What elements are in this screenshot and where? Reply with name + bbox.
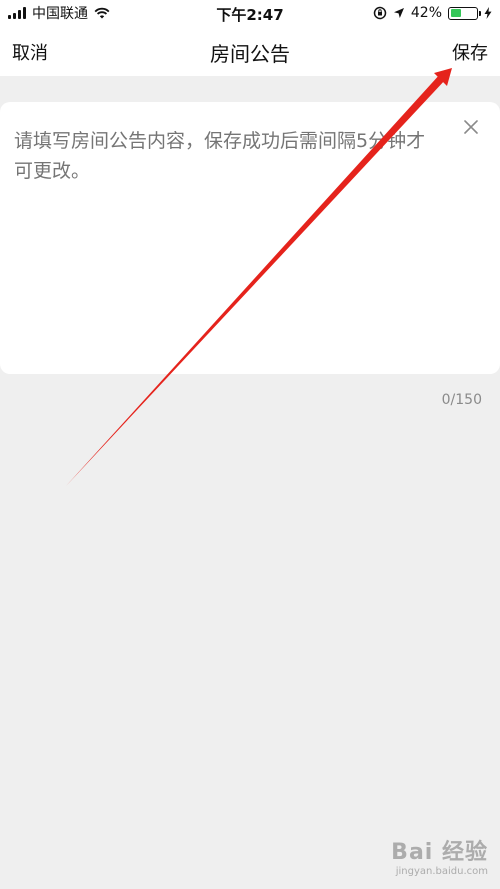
charging-bolt-icon bbox=[484, 7, 492, 19]
page-title: 房间公告 bbox=[210, 42, 290, 66]
battery-icon bbox=[448, 6, 481, 20]
location-arrow-icon bbox=[393, 8, 404, 18]
announcement-editor-card bbox=[0, 102, 500, 374]
status-bar: 中国联通 下午2:47 42% bbox=[0, 0, 500, 26]
save-button[interactable]: 保存 bbox=[452, 39, 488, 65]
orientation-lock-icon bbox=[373, 6, 387, 20]
battery-level-fill bbox=[450, 9, 461, 17]
battery-percent: 42% bbox=[410, 5, 442, 21]
watermark-url: jingyan.baidu.com bbox=[395, 866, 488, 877]
watermark-brand: Bai 经验 bbox=[391, 840, 488, 865]
nav-bar: 取消 房间公告 保存 bbox=[0, 26, 500, 76]
announcement-textarea[interactable] bbox=[14, 126, 434, 186]
clear-icon[interactable] bbox=[464, 120, 478, 134]
character-counter: 0/150 bbox=[441, 392, 482, 408]
watermark: Bai 经验 jingyan.baidu.com bbox=[391, 834, 488, 877]
status-right: 42% bbox=[373, 4, 492, 22]
